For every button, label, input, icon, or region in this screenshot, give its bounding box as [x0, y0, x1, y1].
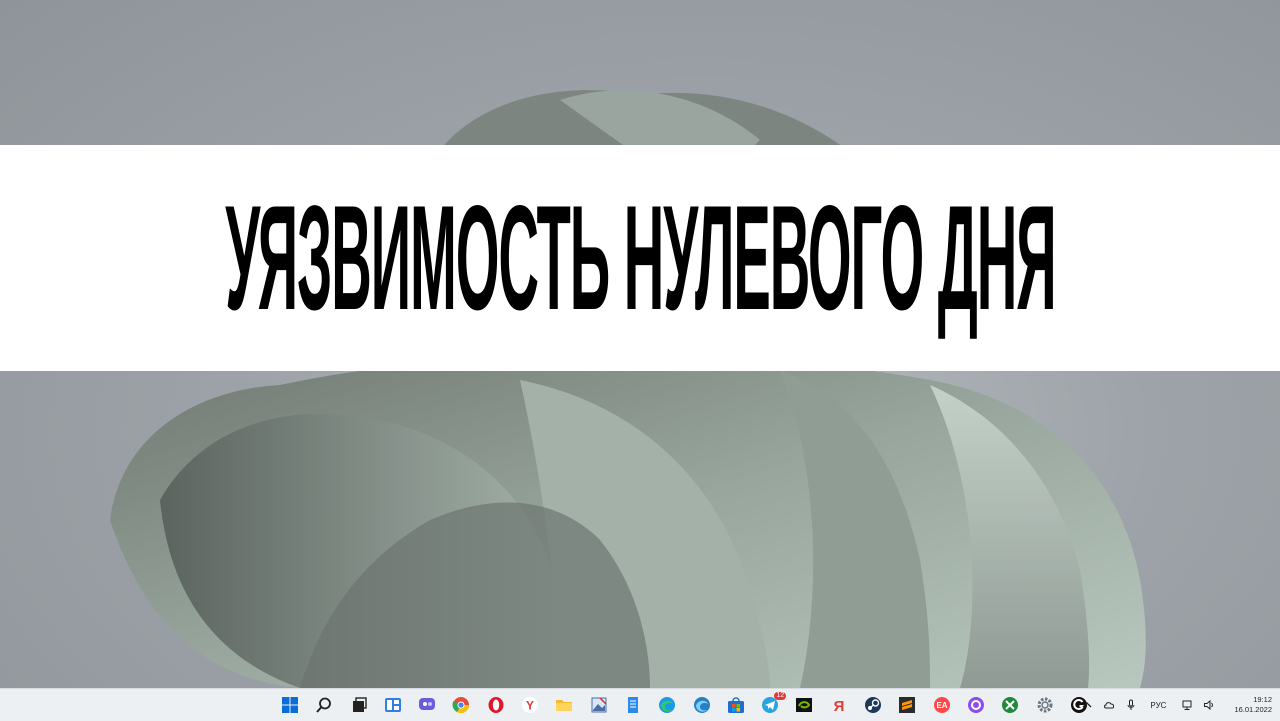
chrome-icon: [453, 697, 470, 714]
edge-dev-button[interactable]: [689, 692, 715, 718]
network-button[interactable]: [1179, 697, 1195, 713]
xbox-button[interactable]: [997, 692, 1023, 718]
task-view-button[interactable]: [346, 692, 372, 718]
chat-button[interactable]: [414, 692, 440, 718]
folder-icon: [556, 700, 573, 711]
network-icon: [1182, 700, 1192, 710]
clock[interactable]: 19:12 16.01.2022: [1234, 695, 1272, 715]
yandex-browser-button[interactable]: Y: [517, 692, 543, 718]
clock-time: 19:12: [1253, 695, 1272, 704]
gear-icon: [1037, 697, 1053, 713]
file-explorer-button[interactable]: [551, 692, 577, 718]
yandex-icon: Я: [833, 698, 844, 714]
steam-icon: [865, 697, 882, 713]
widgets-button[interactable]: [380, 692, 406, 718]
title-banner: УЯЗВИМОСТЬ НУЛЕВОГО ДНЯ: [0, 145, 1280, 371]
chrome-button[interactable]: [448, 692, 474, 718]
svg-text:Я: Я: [833, 698, 844, 714]
chevron-up-icon: [1082, 702, 1092, 708]
alice-icon: [967, 697, 984, 713]
settings-button[interactable]: [1032, 692, 1058, 718]
volume-button[interactable]: [1201, 697, 1217, 713]
taskbar-apps: Y 12 Я EA: [277, 692, 1100, 718]
sublime-button[interactable]: [894, 692, 920, 718]
telegram-unread-badge: 12: [774, 692, 787, 700]
yandex-button[interactable]: Я: [826, 692, 852, 718]
image-editor-icon: [591, 697, 607, 713]
store-button[interactable]: [723, 692, 749, 718]
widgets-icon: [384, 698, 401, 712]
opera-button[interactable]: [483, 692, 509, 718]
ea-button[interactable]: EA: [929, 692, 955, 718]
language-indicator[interactable]: РУС: [1150, 701, 1166, 710]
taskbar: Y 12 Я EA РУС 19:12 16.01.2022: [0, 688, 1280, 721]
svg-text:Y: Y: [526, 699, 534, 713]
task-view-icon: [352, 697, 367, 712]
search-icon: [316, 697, 332, 713]
sublime-icon: [899, 697, 916, 713]
show-hidden-icons-button[interactable]: [1079, 697, 1095, 713]
svg-text:EA: EA: [936, 701, 947, 710]
yandex-browser-icon: Y: [522, 697, 539, 713]
microphone-icon: [1127, 699, 1135, 710]
notepad-icon: [627, 697, 638, 713]
speaker-icon: [1204, 699, 1214, 711]
onedrive-button[interactable]: [1101, 697, 1117, 713]
chat-icon: [419, 698, 436, 710]
system-tray: РУС 19:12 16.01.2022: [1076, 689, 1274, 721]
edge-button[interactable]: [654, 692, 680, 718]
notepad-button[interactable]: [620, 692, 646, 718]
store-icon: [727, 697, 744, 713]
telegram-button[interactable]: 12: [757, 692, 787, 718]
start-button[interactable]: [277, 692, 303, 718]
search-button[interactable]: [311, 692, 337, 718]
cloud-icon: [1104, 702, 1115, 709]
microphone-button[interactable]: [1123, 697, 1139, 713]
alice-button[interactable]: [963, 692, 989, 718]
nvidia-icon: [796, 698, 813, 712]
clock-date: 16.01.2022: [1234, 705, 1272, 714]
windows-icon: [282, 697, 298, 713]
ea-icon: EA: [933, 697, 950, 713]
steam-button[interactable]: [860, 692, 886, 718]
xbox-icon: [1002, 697, 1019, 713]
image-editor-button[interactable]: [586, 692, 612, 718]
edge-dev-icon: [693, 697, 710, 713]
nvidia-button[interactable]: [791, 692, 817, 718]
opera-icon: [488, 697, 504, 713]
headline-text: УЯЗВИМОСТЬ НУЛЕВОГО ДНЯ: [224, 173, 1056, 341]
edge-icon: [659, 697, 676, 713]
